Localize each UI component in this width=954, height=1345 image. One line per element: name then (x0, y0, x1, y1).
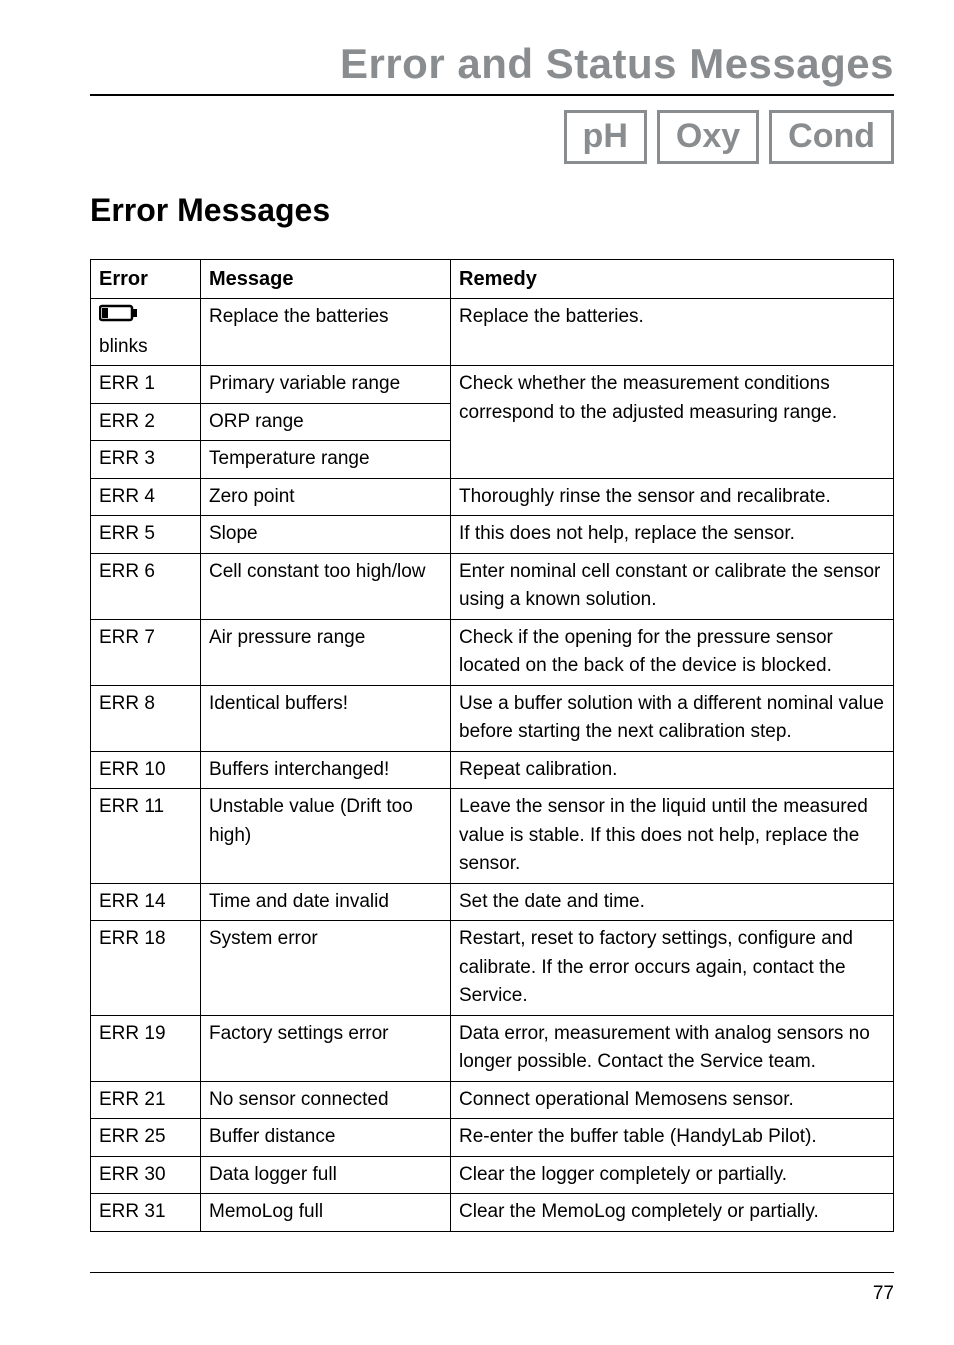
header-message: Message (201, 260, 451, 299)
cell-error: ERR 1 (91, 366, 201, 404)
cell-remedy: Connect operational Memosens sensor. (451, 1081, 894, 1119)
bottom-rule (90, 1272, 894, 1273)
cell-remedy: Clear the logger completely or partially… (451, 1156, 894, 1194)
cell-error: ERR 3 (91, 441, 201, 479)
cell-msg: Unstable value (Drift too high) (201, 789, 451, 884)
table-row: ERR 8 Identical buffers! Use a buffer so… (91, 685, 894, 751)
table-row: blinks Replace the batteries Replace the… (91, 299, 894, 366)
table-row: ERR 6 Cell constant too high/low Enter n… (91, 553, 894, 619)
table-row: ERR 11 Unstable value (Drift too high) L… (91, 789, 894, 884)
cell-remedy: Enter nominal cell constant or calibrate… (451, 553, 894, 619)
cell-msg: MemoLog full (201, 1194, 451, 1232)
cell-error: ERR 5 (91, 516, 201, 554)
cell-remedy: Use a buffer solution with a different n… (451, 685, 894, 751)
cell-msg-battery: Replace the batteries (201, 299, 451, 366)
cell-error: ERR 14 (91, 883, 201, 921)
cell-remedy: Set the date and time. (451, 883, 894, 921)
table-row: ERR 31 MemoLog full Clear the MemoLog co… (91, 1194, 894, 1232)
cell-error: ERR 4 (91, 478, 201, 516)
tag-cond: Cond (769, 110, 894, 164)
cell-msg: Zero point (201, 478, 451, 516)
cell-msg: Time and date invalid (201, 883, 451, 921)
title-rule (90, 94, 894, 96)
table-header-row: Error Message Remedy (91, 260, 894, 299)
cell-remedy: Re-enter the buffer table (HandyLab Pilo… (451, 1119, 894, 1157)
cell-remedy: Repeat calibration. (451, 751, 894, 789)
tag-ph: pH (564, 110, 647, 164)
cell-error: ERR 21 (91, 1081, 201, 1119)
cell-error: ERR 6 (91, 553, 201, 619)
cell-remedy: Thoroughly rinse the sensor and recalibr… (451, 478, 894, 516)
cell-error: ERR 7 (91, 619, 201, 685)
table-row: ERR 10 Buffers interchanged! Repeat cali… (91, 751, 894, 789)
cell-remedy: Clear the MemoLog completely or partiall… (451, 1194, 894, 1232)
header-remedy: Remedy (451, 260, 894, 299)
battery-icon (99, 303, 139, 333)
cell-remedy-battery: Replace the batteries. (451, 299, 894, 366)
page-title: Error and Status Messages (90, 40, 894, 88)
cell-msg: Buffer distance (201, 1119, 451, 1157)
cell-error: ERR 18 (91, 921, 201, 1016)
cell-remedy: Check whether the measurement conditions… (451, 366, 894, 479)
cell-msg: Slope (201, 516, 451, 554)
cell-remedy: Data error, measurement with analog sens… (451, 1015, 894, 1081)
cell-msg: Air pressure range (201, 619, 451, 685)
tag-oxy: Oxy (657, 110, 759, 164)
cell-error: ERR 11 (91, 789, 201, 884)
table-row: ERR 19 Factory settings error Data error… (91, 1015, 894, 1081)
table-row: ERR 14 Time and date invalid Set the dat… (91, 883, 894, 921)
cell-error: ERR 25 (91, 1119, 201, 1157)
table-row: ERR 4 Zero point Thoroughly rinse the se… (91, 478, 894, 516)
cell-error: ERR 2 (91, 403, 201, 441)
cell-msg: No sensor connected (201, 1081, 451, 1119)
cell-error: ERR 30 (91, 1156, 201, 1194)
table-row: ERR 1 Primary variable range Check wheth… (91, 366, 894, 404)
table-row: ERR 30 Data logger full Clear the logger… (91, 1156, 894, 1194)
tag-row: pH Oxy Cond (90, 110, 894, 164)
table-row: ERR 21 No sensor connected Connect opera… (91, 1081, 894, 1119)
cell-error: ERR 10 (91, 751, 201, 789)
section-subtitle: Error Messages (90, 192, 894, 229)
cell-remedy: Restart, reset to factory settings, conf… (451, 921, 894, 1016)
cell-msg: System error (201, 921, 451, 1016)
cell-remedy: If this does not help, replace the senso… (451, 516, 894, 554)
cell-error: ERR 19 (91, 1015, 201, 1081)
battery-blinks-label: blinks (99, 336, 148, 357)
cell-msg: Identical buffers! (201, 685, 451, 751)
page-container: Error and Status Messages pH Oxy Cond Er… (0, 0, 954, 1345)
error-table: Error Message Remedy blinks (90, 259, 894, 1232)
cell-msg: Data logger full (201, 1156, 451, 1194)
cell-msg: Primary variable range (201, 366, 451, 404)
header-error: Error (91, 260, 201, 299)
cell-msg: Buffers interchanged! (201, 751, 451, 789)
cell-error: ERR 31 (91, 1194, 201, 1232)
page-number: 77 (873, 1283, 894, 1305)
cell-remedy: Leave the sensor in the liquid until the… (451, 789, 894, 884)
cell-msg: Factory settings error (201, 1015, 451, 1081)
cell-msg: Temperature range (201, 441, 451, 479)
cell-msg: ORP range (201, 403, 451, 441)
cell-msg: Cell constant too high/low (201, 553, 451, 619)
cell-error-battery: blinks (91, 299, 201, 366)
table-row: ERR 25 Buffer distance Re-enter the buff… (91, 1119, 894, 1157)
cell-error: ERR 8 (91, 685, 201, 751)
table-row: ERR 7 Air pressure range Check if the op… (91, 619, 894, 685)
cell-remedy: Check if the opening for the pressure se… (451, 619, 894, 685)
table-row: ERR 5 Slope If this does not help, repla… (91, 516, 894, 554)
table-row: ERR 18 System error Restart, reset to fa… (91, 921, 894, 1016)
